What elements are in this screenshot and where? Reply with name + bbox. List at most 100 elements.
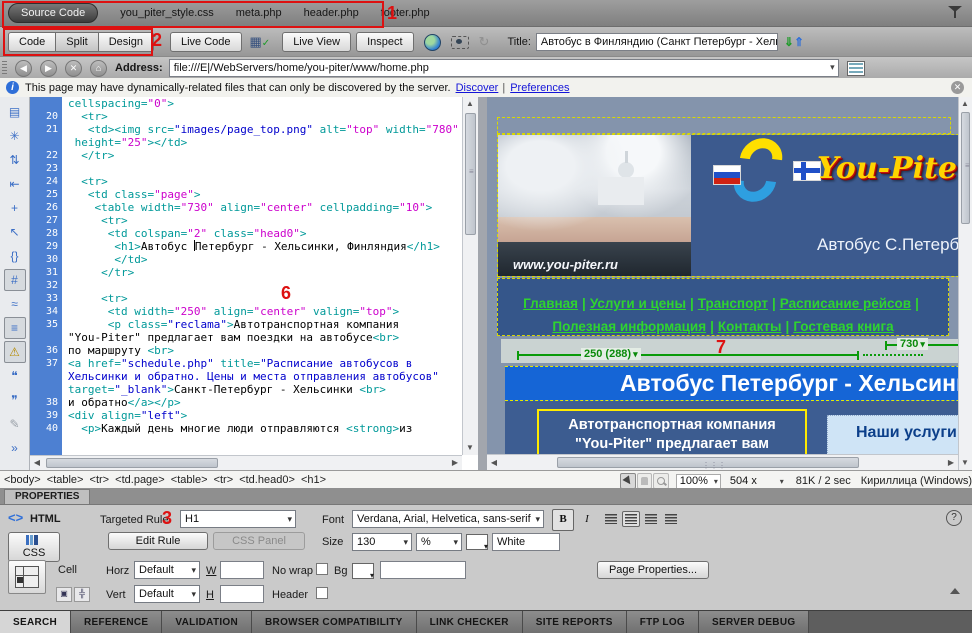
merge-cells-icon[interactable]: ▣ bbox=[56, 587, 72, 602]
tag-tr2[interactable]: <tr> bbox=[214, 474, 234, 486]
code-line[interactable]: 33 <tr> bbox=[30, 292, 462, 305]
split-divider[interactable] bbox=[478, 97, 487, 470]
w-input[interactable] bbox=[220, 561, 264, 579]
properties-tab[interactable]: PROPERTIES bbox=[4, 489, 90, 504]
preferences-link[interactable]: Preferences bbox=[510, 82, 569, 94]
code-line[interactable]: 26 <table width="730" align="center" cel… bbox=[30, 201, 462, 214]
scroll-down-icon[interactable]: ▼ bbox=[958, 456, 972, 470]
scroll-left-icon[interactable]: ◀ bbox=[487, 456, 501, 470]
code-vertical-scrollbar[interactable]: ▲ ≡ ▼ bbox=[462, 97, 478, 455]
page-h1-banner[interactable]: Автобус Петербург - Хельсинки bbox=[505, 366, 958, 401]
nav-link[interactable]: Полезная информация bbox=[552, 319, 706, 334]
tag-table2[interactable]: <table> bbox=[171, 474, 208, 486]
text-color-swatch[interactable] bbox=[466, 534, 488, 550]
nav-link[interactable]: Услуги и цены bbox=[590, 296, 686, 311]
code-line[interactable]: Хельсинки и обратно. Цены и места отправ… bbox=[30, 370, 462, 383]
zoom-tool-icon[interactable] bbox=[653, 473, 669, 489]
live-view-button[interactable]: Live View bbox=[282, 32, 351, 52]
window-size-dropdown[interactable]: 504 x 388 bbox=[727, 475, 786, 488]
code-line[interactable]: 38и обратно</a></p> bbox=[30, 396, 462, 409]
header-checkbox[interactable] bbox=[316, 587, 328, 599]
code-vscroll-thumb[interactable]: ≡ bbox=[465, 113, 476, 235]
css-mode-button[interactable]: CSS bbox=[8, 532, 60, 562]
bg-color-swatch[interactable] bbox=[352, 563, 374, 579]
code-line[interactable]: "You-Piter" предлагает вам поездки на ав… bbox=[30, 331, 462, 344]
design-vertical-scrollbar[interactable]: ▲ ≡ ▼ bbox=[958, 97, 972, 470]
code-horizontal-scrollbar[interactable]: ◀ ▶ bbox=[30, 455, 462, 470]
visual-aids-icon[interactable] bbox=[451, 36, 469, 49]
related-files-grid-icon[interactable] bbox=[847, 61, 865, 76]
inspect-button[interactable]: Inspect bbox=[356, 32, 413, 52]
address-dropdown-icon[interactable]: ▾ bbox=[830, 62, 835, 73]
font-dropdown[interactable]: Verdana, Arial, Helvetica, sans-serif bbox=[352, 510, 544, 528]
page-properties-button[interactable]: Page Properties... bbox=[597, 561, 709, 579]
tab-browser-compatibility[interactable]: BROWSER COMPATIBILITY bbox=[252, 611, 417, 633]
code-line[interactable]: 25 <td class="page"> bbox=[30, 188, 462, 201]
page-h1-text[interactable]: Автобус Петербург - Хельсинки bbox=[505, 367, 958, 397]
code-line[interactable]: 40 <p>Каждый день многие люди отправляют… bbox=[30, 422, 462, 435]
tab-site-reports[interactable]: SITE REPORTS bbox=[523, 611, 627, 633]
code-line[interactable]: 37<a href="schedule.php" title="Расписан… bbox=[30, 357, 462, 370]
code-line[interactable]: cellspacing="0"> bbox=[30, 97, 462, 110]
code-line[interactable]: 20 <tr> bbox=[30, 110, 462, 123]
code-view-pane[interactable]: cellspacing="0">20 <tr>21 <td><img src="… bbox=[30, 97, 478, 470]
page-top-image-region[interactable] bbox=[497, 117, 951, 134]
helsinki-photo[interactable] bbox=[498, 135, 691, 276]
nav-link[interactable]: Главная bbox=[523, 296, 578, 311]
code-line[interactable]: 21 <td><img src="images/page_top.png" al… bbox=[30, 123, 462, 136]
site-header-banner[interactable]: You-Piter Автобус С.Петербург-Хельсинки … bbox=[497, 134, 958, 277]
hand-tool-icon[interactable] bbox=[637, 473, 653, 489]
h-input[interactable] bbox=[220, 585, 264, 603]
align-right-icon[interactable] bbox=[642, 511, 660, 527]
scroll-up-icon[interactable]: ▲ bbox=[463, 97, 477, 111]
bold-button[interactable]: B bbox=[552, 509, 574, 531]
collapse-panel-icon[interactable] bbox=[950, 588, 960, 594]
align-center-icon[interactable] bbox=[622, 511, 640, 527]
design-horizontal-scrollbar[interactable]: ◀ ▶ ⋮⋮⋮ bbox=[487, 454, 958, 470]
code-line[interactable]: 31 </tr> bbox=[30, 266, 462, 279]
related-file-header[interactable]: header.php bbox=[304, 7, 359, 19]
code-line[interactable]: height="25"></td> bbox=[30, 136, 462, 149]
tab-server-debug[interactable]: SERVER DEBUG bbox=[699, 611, 809, 633]
services-box[interactable]: Наши услуги bbox=[827, 415, 958, 459]
scroll-up-icon[interactable]: ▲ bbox=[958, 97, 972, 111]
tag-td-page[interactable]: <td.page> bbox=[115, 474, 165, 486]
check-page-icon[interactable]: ▦✓ bbox=[250, 34, 271, 50]
preview-browser-icon[interactable] bbox=[424, 34, 441, 51]
recent-snippets-icon[interactable]: » bbox=[4, 437, 26, 459]
tab-link-checker[interactable]: LINK CHECKER bbox=[417, 611, 523, 633]
tag-td-head0[interactable]: <td.head0> bbox=[239, 474, 295, 486]
stop-icon[interactable]: ✕ bbox=[65, 60, 82, 77]
design-vscroll-thumb[interactable]: ≡ bbox=[961, 112, 970, 224]
code-line[interactable]: target="_blank">Санкт-Петербург - Хельси… bbox=[30, 383, 462, 396]
column-width-guide-250[interactable] bbox=[517, 354, 859, 356]
open-documents-icon[interactable]: ▤ bbox=[4, 101, 26, 123]
code-line[interactable]: 24 <tr> bbox=[30, 175, 462, 188]
select-tool-icon[interactable] bbox=[620, 473, 636, 489]
collapse-selection-icon[interactable]: ⇤ bbox=[4, 173, 26, 195]
horz-dropdown[interactable]: Default bbox=[134, 561, 200, 579]
design-view-button[interactable]: Design bbox=[99, 32, 154, 52]
address-input[interactable]: file:///E|/WebServers/home/you-piter/www… bbox=[169, 59, 839, 77]
guide-label-250[interactable]: 250 (288) bbox=[581, 348, 641, 360]
code-line[interactable]: 34 <td width="250" align="center" valign… bbox=[30, 305, 462, 318]
back-icon[interactable]: ◀ bbox=[15, 60, 32, 77]
related-file-meta[interactable]: meta.php bbox=[236, 7, 282, 19]
nav-link[interactable]: Транспорт bbox=[698, 296, 768, 311]
page-content-area[interactable]: Автотранспортная компания "You-Piter" пр… bbox=[505, 401, 958, 454]
align-left-icon[interactable] bbox=[602, 511, 620, 527]
align-justify-icon[interactable] bbox=[662, 511, 680, 527]
apply-comment-icon[interactable]: ❝ bbox=[4, 365, 26, 387]
text-color-input[interactable]: White bbox=[492, 533, 560, 551]
code-line[interactable]: 30 </td> bbox=[30, 253, 462, 266]
remove-comment-icon[interactable]: ❞ bbox=[4, 389, 26, 411]
no-wrap-checkbox[interactable] bbox=[316, 563, 328, 575]
zoom-level-dropdown[interactable]: 100% bbox=[676, 474, 721, 489]
tab-validation[interactable]: VALIDATION bbox=[162, 611, 252, 633]
help-icon[interactable]: ? bbox=[946, 510, 962, 526]
bg-color-input[interactable] bbox=[380, 561, 466, 579]
source-code-tab[interactable]: Source Code bbox=[8, 3, 98, 23]
code-line[interactable]: 35 <p class="reclama">Автотранспортная к… bbox=[30, 318, 462, 331]
scroll-down-icon[interactable]: ▼ bbox=[463, 441, 477, 455]
collapse-full-tag-icon[interactable]: ⇅ bbox=[4, 149, 26, 171]
